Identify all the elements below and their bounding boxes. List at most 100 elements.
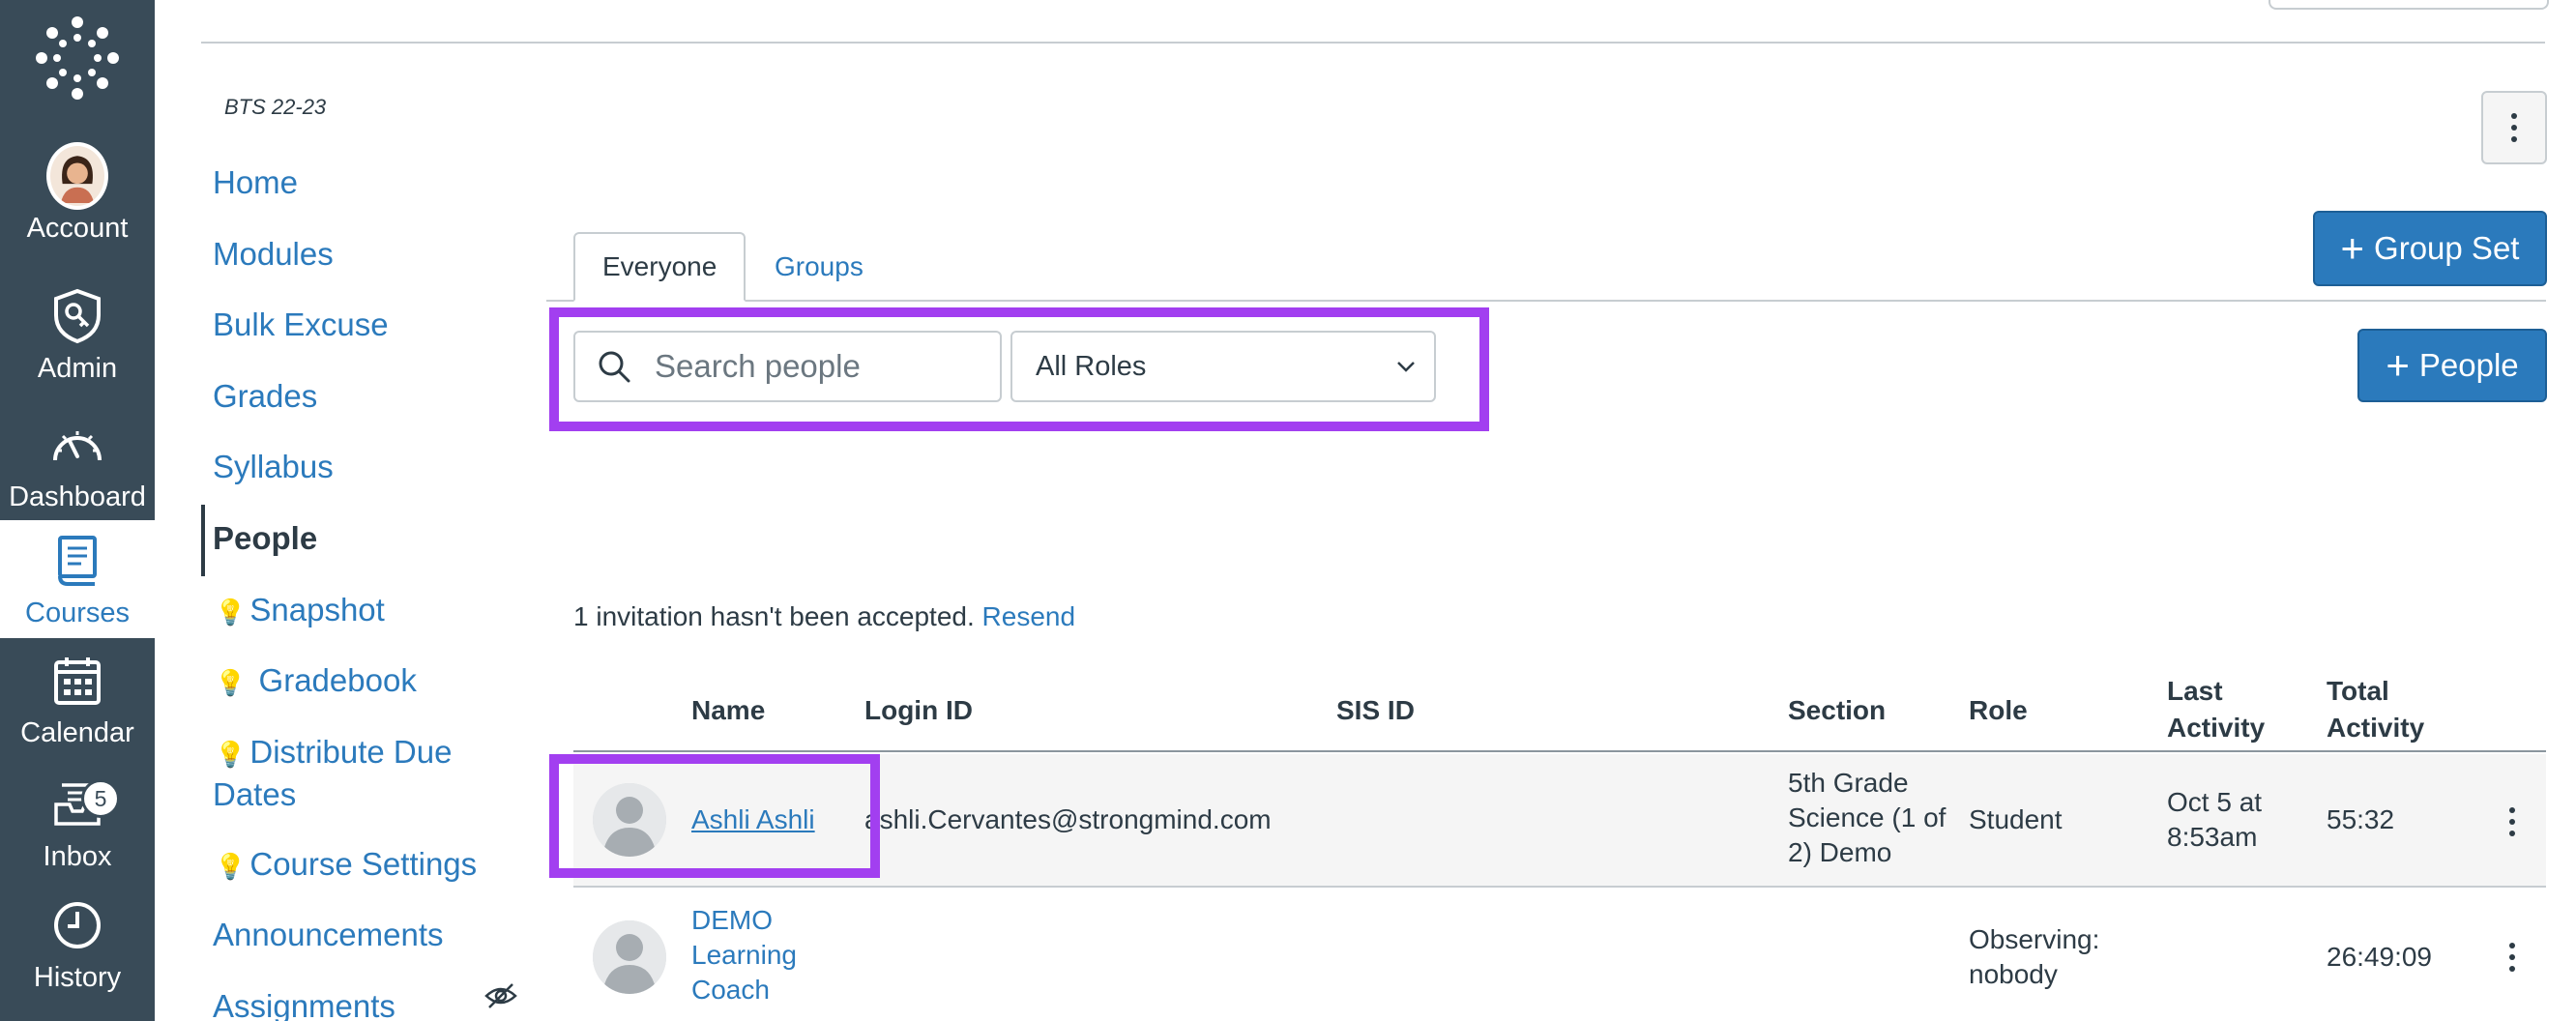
course-nav-syllabus[interactable]: Syllabus (213, 447, 334, 487)
course-nav-assignments[interactable]: Assignments (213, 986, 395, 1021)
plus-icon: + (2386, 342, 2410, 388)
course-nav-bulk-excuse[interactable]: Bulk Excuse (213, 305, 389, 345)
column-header-name[interactable]: Name (691, 692, 765, 729)
calendar-icon (54, 657, 101, 705)
user-name-line: DEMO (691, 905, 773, 935)
dashboard-gauge-icon (53, 431, 102, 461)
course-nav-grades[interactable]: Grades (213, 376, 317, 417)
canvas-logo-icon (36, 16, 119, 100)
global-nav-label: Calendar (20, 717, 134, 748)
course-nav-label: Syllabus (213, 449, 334, 484)
course-nav-label: Grades (213, 378, 318, 414)
user-name-link[interactable]: DEMO Learning Coach (691, 903, 797, 1007)
global-nav-history[interactable]: History (0, 894, 155, 1006)
global-nav-courses[interactable]: Courses (0, 520, 155, 638)
total-activity-cell: 55:32 (2327, 804, 2395, 834)
course-nav-distribute-due-dates[interactable]: 💡 Distribute Due Dates (213, 732, 453, 815)
course-nav-label: Modules (213, 236, 334, 272)
course-nav-snapshot[interactable]: 💡 Snapshot (215, 590, 385, 632)
course-nav-home[interactable]: Home (213, 162, 298, 203)
course-nav-label: Assignments (213, 988, 395, 1021)
course-code: BTS 22-23 (224, 95, 327, 119)
button-label: People (2418, 347, 2519, 383)
course-nav-gradebook[interactable]: 💡 Gradebook (215, 660, 417, 703)
section-cell: 5th Grade Science (1 of 2) Demo (1788, 766, 1946, 870)
page-options-menu-button[interactable] (2481, 91, 2547, 164)
row-options-button[interactable] (2498, 802, 2527, 841)
courses-icon-wrap (46, 530, 108, 592)
admin-shield-icon (54, 288, 101, 344)
global-nav-dashboard[interactable]: Dashboard (0, 414, 155, 520)
course-nav-course-settings[interactable]: 💡 Course Settings (215, 844, 477, 887)
global-nav-calendar[interactable]: Calendar (0, 650, 155, 761)
course-nav-label-line2: Dates (213, 776, 297, 812)
row-options-button[interactable] (2498, 938, 2527, 977)
role-cell: Observing: nobody (1969, 922, 2099, 992)
table-header-divider (573, 750, 2546, 752)
course-nav-label: Snapshot (249, 592, 385, 627)
inbox-unread-badge: 5 (81, 779, 120, 818)
course-nav-announcements[interactable]: Announcements (213, 915, 444, 955)
resend-invitation-link[interactable]: Resend (982, 601, 1076, 631)
last-activity-line: 8:53am (2167, 822, 2258, 852)
role-filter-select[interactable]: All Roles (1010, 331, 1436, 402)
role-line: Observing: (1969, 924, 2100, 954)
hidden-eye-icon[interactable] (483, 978, 518, 1013)
column-header-last-activity[interactable]: Last Activity (2167, 673, 2265, 746)
tab-everyone[interactable]: Everyone (573, 232, 746, 302)
app-root: Account Admin Dashboard Courses Calendar… (0, 0, 2576, 1021)
login-id: ashli.Cervantes@strongmind.com (864, 804, 1272, 834)
search-placeholder: Search people (655, 348, 861, 384)
canvas-logo[interactable] (0, 0, 155, 116)
total-activity-cell: 26:49:09 (2327, 942, 2432, 972)
clock-icon (54, 902, 101, 948)
column-header-login-id[interactable]: Login ID (864, 692, 973, 729)
section-line: Science (1 of (1788, 802, 1947, 832)
tab-label: Groups (775, 251, 864, 281)
global-nav-account[interactable]: Account (0, 142, 155, 261)
header-line: Activity (2167, 713, 2266, 743)
lightbulb-icon: 💡 (215, 668, 247, 697)
avatar (46, 142, 108, 210)
course-navigation: BTS 22-23 Home Modules Bulk Excuse Grade… (193, 87, 532, 1021)
add-people-button[interactable]: + People (2357, 329, 2547, 402)
role-cell: Student (1969, 804, 2063, 834)
account-avatar-wrap (46, 142, 108, 210)
global-nav-admin[interactable]: Admin (0, 285, 155, 392)
column-header-section[interactable]: Section (1788, 692, 1886, 729)
pending-invitation-notice: 1 invitation hasn't been accepted. Resen… (573, 601, 1075, 632)
section-line: 5th Grade (1788, 768, 1909, 798)
course-nav-label: People (213, 520, 318, 556)
user-name-line: Learning (691, 940, 797, 970)
header-divider (201, 42, 2545, 44)
course-nav-label: Gradebook (258, 662, 417, 698)
chevron-down-icon (1397, 362, 1415, 372)
column-header-sis-id[interactable]: SIS ID (1336, 692, 1415, 729)
kebab-icon (2511, 113, 2517, 142)
user-highlight-annotation (549, 754, 880, 878)
course-nav-label: Distribute Due (249, 734, 453, 770)
header-line: Total (2327, 676, 2389, 706)
people-tabs: Everyone Groups (546, 232, 2546, 302)
column-header-role[interactable]: Role (1969, 692, 2028, 729)
top-right-control-edge (2269, 0, 2549, 10)
search-people-input[interactable]: Search people (573, 331, 1002, 402)
course-nav-label: Course Settings (249, 846, 478, 882)
history-icon-wrap (46, 894, 108, 956)
tab-label: Everyone (602, 251, 717, 281)
button-label: Group Set (2374, 230, 2520, 266)
add-group-set-button[interactable]: + Group Set (2313, 211, 2547, 286)
user-avatar[interactable] (593, 920, 666, 994)
header-line: Last (2167, 676, 2223, 706)
table-row: DEMO Learning Coach Observing: nobody 26… (573, 890, 2546, 1021)
course-nav-people[interactable]: People (213, 518, 317, 559)
lightbulb-icon: 💡 (215, 598, 247, 627)
course-nav-modules[interactable]: Modules (213, 234, 334, 275)
user-name-line: Coach (691, 975, 770, 1005)
section-line: 2) Demo (1788, 837, 1892, 867)
global-nav-label: Courses (25, 598, 130, 628)
kebab-icon (2509, 943, 2515, 972)
tab-groups[interactable]: Groups (747, 232, 891, 302)
global-nav-inbox[interactable]: 5 Inbox (0, 773, 155, 885)
column-header-total-activity[interactable]: Total Activity (2327, 673, 2424, 746)
